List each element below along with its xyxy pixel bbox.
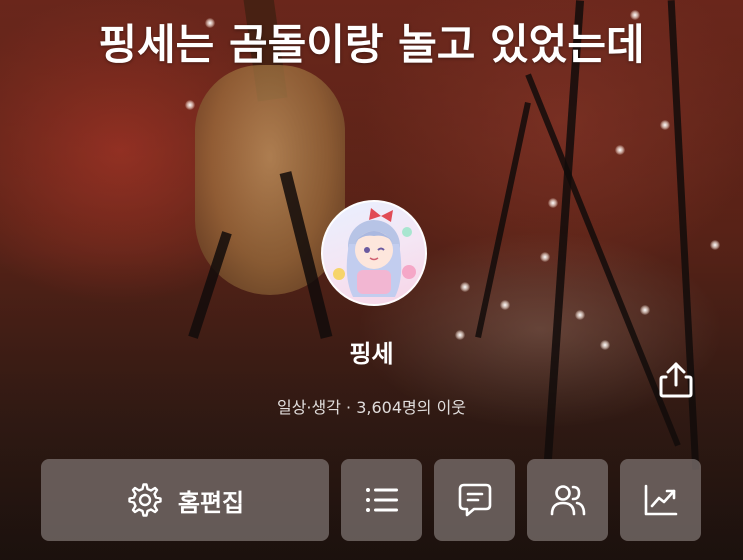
statistics-button[interactable] [620, 459, 701, 541]
stats-icon [644, 484, 677, 516]
blog-meta: 일상·생각 · 3,604명의 이웃 [0, 394, 743, 418]
share-icon [659, 362, 693, 398]
people-icon [550, 485, 585, 516]
share-button[interactable] [654, 358, 698, 402]
meta-separator: · [346, 398, 352, 417]
neighbors-button[interactable] [527, 459, 608, 541]
light-decoration [575, 310, 585, 320]
light-decoration [640, 305, 650, 315]
avatar-illustration [333, 208, 416, 297]
light-decoration [615, 145, 625, 155]
blog-category[interactable]: 일상·생각 [277, 398, 341, 417]
message-icon [458, 483, 491, 517]
post-list-button[interactable] [341, 459, 422, 541]
light-decoration [630, 10, 640, 20]
light-decoration [460, 282, 470, 292]
gear-icon [128, 483, 162, 517]
home-edit-button[interactable]: 홈편집 [41, 459, 329, 541]
light-decoration [500, 300, 510, 310]
home-edit-label: 홈편집 [177, 488, 245, 517]
light-decoration [710, 240, 720, 250]
light-decoration [548, 198, 558, 208]
blog-title: 핑세는 곰돌이랑 놀고 있었는데 [98, 20, 645, 69]
guestbook-button[interactable] [434, 459, 515, 541]
blog-nickname[interactable]: 핑세 [0, 334, 743, 369]
profile-avatar[interactable] [321, 200, 427, 306]
neighbor-count[interactable]: 3,604명의 이웃 [356, 398, 466, 417]
light-decoration [185, 100, 195, 110]
light-decoration [540, 252, 550, 262]
light-decoration [660, 120, 670, 130]
list-icon [365, 488, 398, 512]
